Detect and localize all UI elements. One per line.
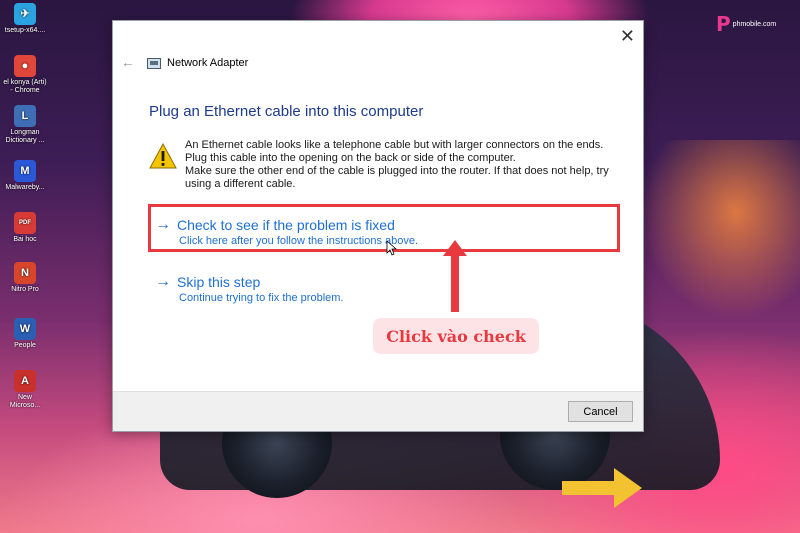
access-icon: A (14, 370, 36, 392)
skip-step-option[interactable]: → Skip this step Continue trying to fix … (155, 273, 344, 305)
telegram-icon: ✈ (14, 3, 36, 25)
desktop-shortcut[interactable]: W People (2, 318, 48, 350)
desktop-shortcut-label: tsetup-x64.... (4, 27, 46, 34)
warning-text: An Ethernet cable looks like a telephone… (185, 139, 609, 191)
dialog-title-row: Network Adapter (147, 57, 248, 69)
desktop-shortcut-label: Longman Dictionary ... (5, 129, 45, 144)
pdf-icon: PDF (14, 212, 36, 234)
warning-section: An Ethernet cable looks like a telephone… (149, 139, 619, 191)
desktop-shortcut[interactable]: L Longman Dictionary ... (2, 105, 48, 145)
word-icon: W (14, 318, 36, 340)
logo-text: phmobile.com (732, 20, 777, 28)
option-title: Skip this step (177, 274, 261, 290)
desktop-shortcut-label: New Microso... (9, 394, 41, 409)
desktop-shortcut[interactable]: A New Microso... (2, 370, 48, 410)
warning-line: Make sure the other end of the cable is … (185, 165, 609, 177)
network-adapter-icon (147, 57, 161, 69)
dialog-heading: Plug an Ethernet cable into this compute… (149, 103, 424, 120)
warning-line: An Ethernet cable looks like a telephone… (185, 139, 604, 151)
desktop-shortcut-label: People (14, 342, 36, 349)
desktop-shortcut[interactable]: PDF Bai hoc (2, 212, 48, 244)
warning-line: using a different cable. (185, 178, 296, 190)
red-arrow-up-icon (443, 240, 467, 312)
warning-icon (149, 143, 177, 171)
cancel-button[interactable]: Cancel (568, 401, 633, 422)
dialog-title: Network Adapter (167, 57, 249, 69)
dialog-footer: Cancel (113, 391, 643, 431)
desktop-shortcut-label: Nitro Pro (11, 286, 39, 293)
arrow-right-icon: → (155, 273, 171, 290)
desktop-shortcut[interactable]: ● el konya (Arti) - Chrome (2, 55, 48, 95)
warning-line: Plug this cable into the opening on the … (185, 152, 516, 164)
nitro-icon: N (14, 262, 36, 284)
logo-mark: P (716, 12, 731, 36)
desktop-shortcut[interactable]: ✈ tsetup-x64.... (2, 3, 48, 35)
close-icon[interactable]: ✕ (620, 26, 635, 47)
site-logo: P phmobile.com (716, 12, 776, 36)
malwarebytes-icon: M (14, 160, 36, 182)
highlight-box (148, 204, 620, 252)
desktop-shortcut-label: Malwareby... (5, 184, 45, 191)
yellow-arrow-right-icon (562, 468, 642, 508)
option-subtitle: Continue trying to fix the problem. (179, 292, 344, 304)
mouse-cursor-icon (386, 240, 397, 256)
desktop-shortcut-label: Bai hoc (13, 236, 37, 243)
desktop-shortcut[interactable]: M Malwareby... (2, 160, 48, 192)
desktop-shortcut-label: el konya (Arti) - Chrome (3, 79, 47, 94)
longman-icon: L (14, 105, 36, 127)
chrome-icon: ● (14, 55, 36, 77)
background-sparks (640, 140, 800, 320)
desktop-shortcut[interactable]: N Nitro Pro (2, 262, 48, 294)
back-arrow-icon[interactable]: ← (121, 54, 135, 70)
annotation-callout: Click vào check (373, 318, 539, 354)
